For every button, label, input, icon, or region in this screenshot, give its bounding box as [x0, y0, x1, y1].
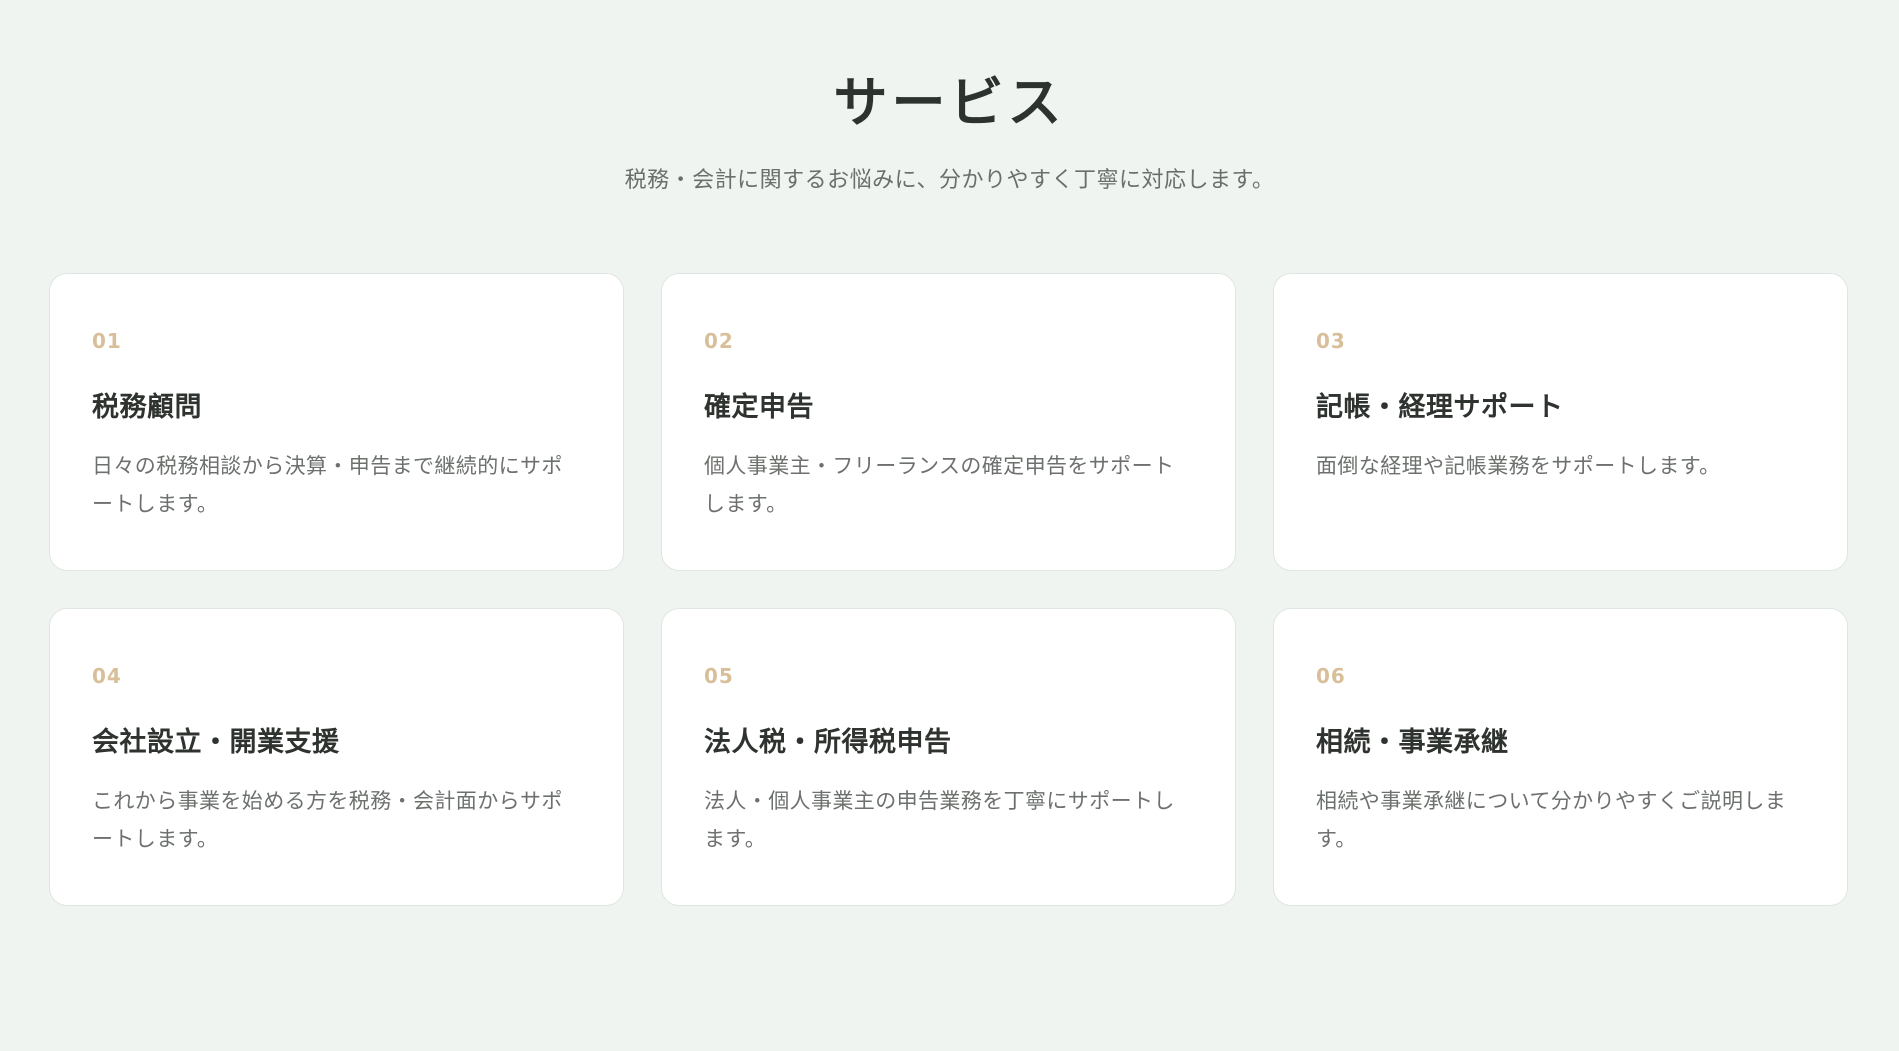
- service-card-number: 01: [92, 329, 122, 353]
- service-card-title: 税務顧問: [92, 392, 202, 423]
- service-card-title: 記帳・経理サポート: [1316, 392, 1564, 423]
- service-card-description: 法人・個人事業主の申告業務を丁寧にサポートします。: [704, 789, 1175, 851]
- service-card-title: 相続・事業承継: [1316, 727, 1509, 758]
- service-card-number: 03: [1316, 329, 1346, 353]
- service-card-description: 個人事業主・フリーランスの確定申告をサポートします。: [704, 454, 1175, 516]
- service-card-description: 日々の税務相談から決算・申告まで継続的にサポートします。: [92, 454, 563, 516]
- service-card-description: これから事業を始める方を税務・会計面からサポートします。: [92, 789, 563, 851]
- service-card-number: 02: [704, 329, 734, 353]
- service-card-grid: 01 税務顧問 日々の税務相談から決算・申告まで継続的にサポートします。 02 …: [49, 273, 1850, 906]
- service-card-description: 相続や事業承継について分かりやすくご説明します。: [1316, 789, 1787, 851]
- section-title: サービス: [833, 71, 1066, 134]
- service-card-title: 法人税・所得税申告: [704, 727, 952, 758]
- service-card-corporate-income-tax: 05 法人税・所得税申告 法人・個人事業主の申告業務を丁寧にサポートします。: [661, 608, 1236, 906]
- services-section: サービス 税務・会計に関するお悩みに、分かりやすく丁寧に対応します。 01 税務…: [0, 0, 1899, 1051]
- section-subtitle: 税務・会計に関するお悩みに、分かりやすく丁寧に対応します。: [624, 168, 1275, 193]
- service-card-title: 会社設立・開業支援: [92, 727, 340, 758]
- service-card-number: 06: [1316, 664, 1346, 688]
- service-card-title: 確定申告: [704, 392, 814, 423]
- service-card-tax-advisory: 01 税務顧問 日々の税務相談から決算・申告まで継続的にサポートします。: [49, 273, 624, 571]
- service-card-number: 05: [704, 664, 734, 688]
- service-card-bookkeeping: 03 記帳・経理サポート 面倒な経理や記帳業務をサポートします。: [1273, 273, 1848, 571]
- service-card-inheritance-succession: 06 相続・事業承継 相続や事業承継について分かりやすくご説明します。: [1273, 608, 1848, 906]
- service-card-number: 04: [92, 664, 122, 688]
- service-card-company-setup: 04 会社設立・開業支援 これから事業を始める方を税務・会計面からサポートします…: [49, 608, 624, 906]
- service-card-description: 面倒な経理や記帳業務をサポートします。: [1316, 454, 1721, 478]
- service-card-tax-return: 02 確定申告 個人事業主・フリーランスの確定申告をサポートします。: [661, 273, 1236, 571]
